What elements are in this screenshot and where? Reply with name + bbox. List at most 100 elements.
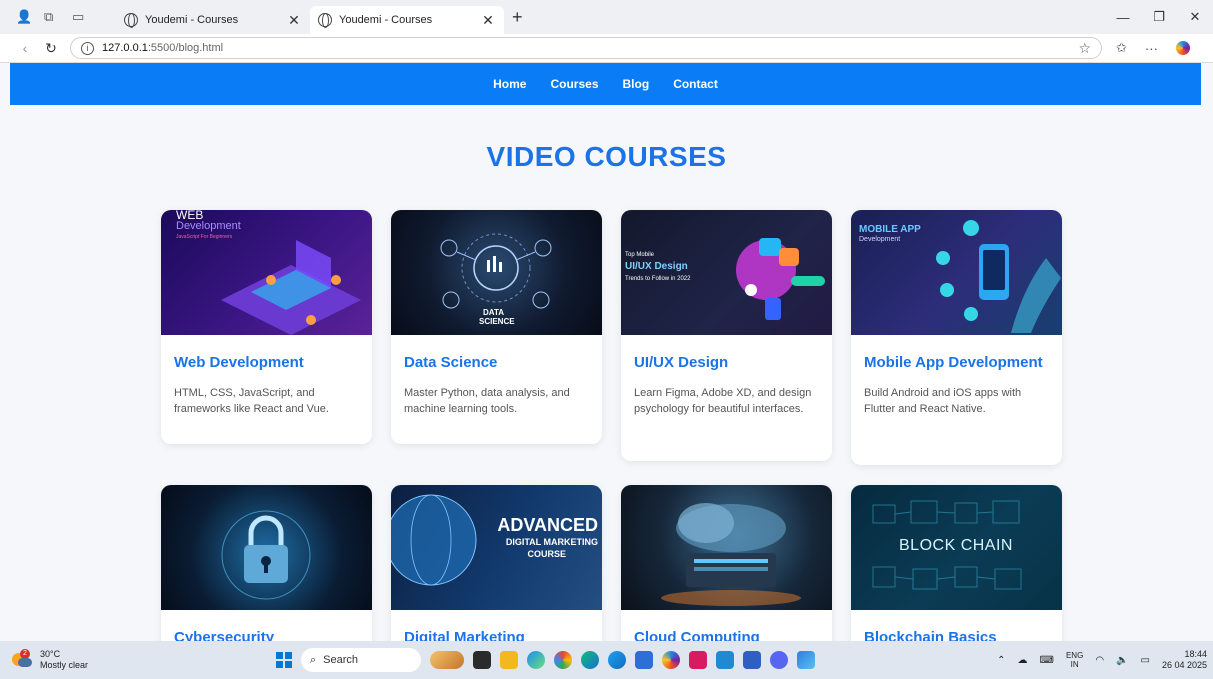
- volume-icon[interactable]: 🔈: [1116, 655, 1128, 666]
- course-card-data-science[interactable]: DATA SCIENCE Data Science Master Python,…: [391, 210, 602, 444]
- store-icon[interactable]: [635, 651, 653, 669]
- course-title[interactable]: Mobile App Development: [864, 353, 1049, 373]
- restore-button[interactable]: ❐: [1141, 9, 1177, 25]
- vscode-icon[interactable]: [716, 651, 734, 669]
- mail-icon[interactable]: [689, 651, 707, 669]
- copilot-taskbar-icon[interactable]: [662, 651, 680, 669]
- more-menu-icon[interactable]: ···: [1145, 41, 1158, 56]
- cloud-server-illustration: [661, 503, 801, 606]
- thumb-text: DIGITAL MARKETING: [505, 537, 598, 547]
- site-info-icon[interactable]: i: [81, 41, 94, 55]
- tab-bar-icons: 👤 ⧉ ▭: [0, 10, 116, 24]
- nav-contact[interactable]: Contact: [673, 77, 718, 91]
- course-card-blockchain-basics[interactable]: BLOCK CHAIN Blockchain Basics: [851, 485, 1062, 641]
- battery-icon[interactable]: ▭: [1141, 655, 1150, 666]
- course-thumbnail: BLOCK CHAIN: [851, 485, 1062, 610]
- app-icon[interactable]: [527, 651, 545, 669]
- close-tab-icon[interactable]: ✕: [286, 12, 302, 29]
- address-bar-row: ‹ ↻ i 127.0.0.1:5500/blog.html ☆ ✩ ···: [0, 34, 1213, 63]
- phone-hand-illustration: [936, 220, 1061, 333]
- tab-title: Youdemi - Courses: [145, 14, 239, 26]
- course-card-ui-ux-design[interactable]: Top Mobile UI/UX Design Trends to Follow…: [621, 210, 832, 461]
- refresh-icon[interactable]: ↻: [38, 40, 64, 57]
- url-field[interactable]: i 127.0.0.1:5500/blog.html ☆: [70, 37, 1102, 59]
- page-title: VIDEO COURSES: [486, 141, 727, 172]
- new-tab-button[interactable]: +: [512, 7, 532, 28]
- tab-1[interactable]: Youdemi - Courses ✕: [116, 6, 310, 34]
- course-card-digital-marketing[interactable]: ADVANCED DIGITAL MARKETING COURSE Digita…: [391, 485, 602, 641]
- copilot-icon[interactable]: [1175, 41, 1190, 55]
- discord-icon[interactable]: [770, 651, 788, 669]
- system-tray: ⌃ ☁ ⌨ ENG IN ◠ 🔈 ▭ 18:44 26 04 2025: [997, 649, 1207, 671]
- thumb-text: COURSE: [527, 549, 566, 559]
- task-view-icon[interactable]: [473, 651, 491, 669]
- clock-time: 18:44: [1184, 649, 1207, 659]
- taskbar-search[interactable]: ⌕ Search: [301, 648, 421, 672]
- thumb-text: Development: [176, 220, 241, 232]
- course-grid: WEB Development JavaScript For Beginners…: [161, 210, 1063, 641]
- globe-illustration: [391, 494, 477, 586]
- thumb-text: Top Mobile: [625, 252, 655, 258]
- collections-icon[interactable]: ⧉: [44, 10, 58, 24]
- widgets-icon[interactable]: [430, 651, 464, 669]
- globe-icon: [318, 13, 332, 28]
- thumb-text: SCIENCE: [479, 317, 515, 326]
- course-card-mobile-app-development[interactable]: MOBILE APP Development Mobile App Develo…: [851, 210, 1062, 465]
- edge-icon[interactable]: [608, 651, 626, 669]
- wifi-icon[interactable]: ◠: [1095, 655, 1104, 666]
- keyboard-icon[interactable]: ⌨: [1040, 655, 1054, 666]
- nav-blog[interactable]: Blog: [623, 77, 650, 91]
- taskbar: 2 30°C Mostly clear ⌕ Search ⌃ ☁ ⌨ ENG I…: [0, 641, 1213, 679]
- course-title[interactable]: Web Development: [174, 353, 359, 373]
- course-title[interactable]: Digital Marketing: [404, 628, 589, 641]
- favorite-star-icon[interactable]: ☆: [1078, 40, 1091, 57]
- padlock-illustration: [221, 510, 311, 600]
- course-description: HTML, CSS, JavaScript, and frameworks li…: [174, 387, 329, 415]
- page-viewport: Home Courses Blog Contact VIDEO COURSES …: [0, 63, 1213, 641]
- lang-code: ENG: [1065, 651, 1084, 660]
- weather-widget[interactable]: 2 30°C Mostly clear: [0, 649, 270, 671]
- course-title[interactable]: Blockchain Basics: [864, 628, 1049, 641]
- search-label: Search: [323, 654, 359, 666]
- course-title[interactable]: Cybersecurity: [174, 628, 359, 641]
- course-title[interactable]: Cloud Computing: [634, 628, 819, 641]
- course-thumbnail: ADVANCED DIGITAL MARKETING COURSE: [391, 485, 602, 610]
- nav-home[interactable]: Home: [493, 77, 526, 91]
- thumb-text: ADVANCED: [497, 515, 598, 535]
- edge-beta-icon[interactable]: [581, 651, 599, 669]
- language-indicator[interactable]: ENG IN: [1066, 651, 1083, 669]
- course-description: Learn Figma, Adobe XD, and design psycho…: [634, 387, 812, 415]
- course-card-cloud-computing[interactable]: Cloud Computing: [621, 485, 832, 641]
- favorites-icon[interactable]: ✩: [1116, 40, 1127, 56]
- course-card-web-development[interactable]: WEB Development JavaScript For Beginners…: [161, 210, 372, 444]
- word-icon[interactable]: [743, 651, 761, 669]
- weather-desc: Mostly clear: [40, 660, 89, 670]
- toolbar-right: ✩ ···: [1116, 40, 1190, 56]
- file-explorer-icon[interactable]: [500, 651, 518, 669]
- notification-badge: 2: [20, 649, 30, 659]
- photos-icon[interactable]: [797, 651, 815, 669]
- ui-shapes-illustration: [736, 238, 825, 320]
- course-title[interactable]: Data Science: [404, 353, 589, 373]
- close-window-button[interactable]: ✕: [1177, 9, 1213, 25]
- profile-icon[interactable]: 👤: [16, 10, 32, 24]
- course-thumbnail: WEB Development JavaScript For Beginners: [161, 210, 372, 335]
- start-button[interactable]: [276, 652, 292, 668]
- tab-2[interactable]: Youdemi - Courses ✕: [310, 6, 504, 34]
- onedrive-icon[interactable]: ☁: [1018, 655, 1028, 666]
- course-description: Master Python, data analysis, and machin…: [404, 387, 570, 415]
- clock[interactable]: 18:44 26 04 2025: [1162, 649, 1207, 671]
- course-thumbnail: MOBILE APP Development: [851, 210, 1062, 335]
- back-icon[interactable]: ‹: [12, 40, 38, 56]
- search-icon: ⌕: [310, 653, 317, 666]
- close-tab-icon[interactable]: ✕: [480, 12, 496, 29]
- nav-courses[interactable]: Courses: [550, 77, 598, 91]
- weather-icon: 2: [10, 649, 32, 668]
- course-card-cybersecurity[interactable]: Cybersecurity: [161, 485, 372, 641]
- minimize-button[interactable]: —: [1105, 10, 1141, 25]
- tab-actions-icon[interactable]: ▭: [72, 10, 86, 24]
- chevron-up-icon[interactable]: ⌃: [997, 655, 1005, 666]
- course-title[interactable]: UI/UX Design: [634, 353, 819, 373]
- chrome-icon[interactable]: [554, 651, 572, 669]
- thumb-text: MOBILE APP: [859, 224, 921, 235]
